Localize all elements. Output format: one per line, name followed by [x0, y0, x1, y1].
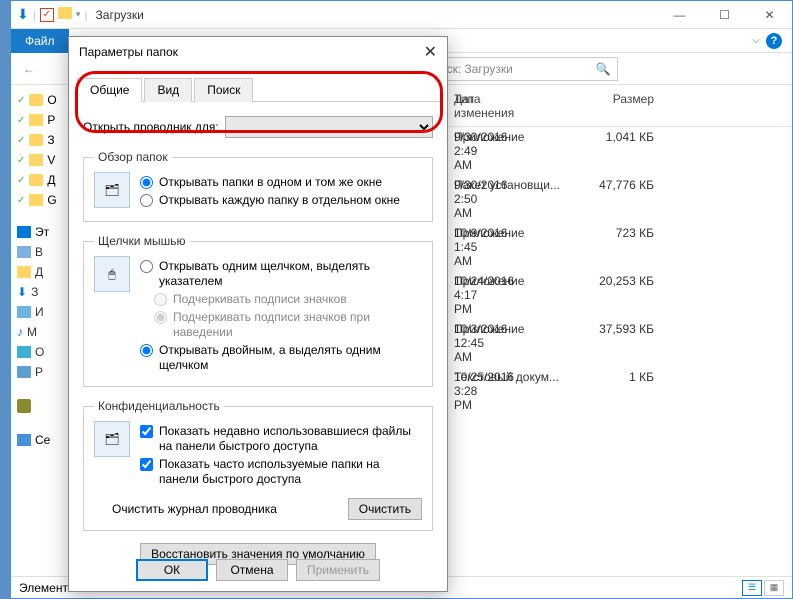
tab-view[interactable]: Вид — [144, 78, 192, 102]
privacy-group: Конфиденциальность 🗂 Показать недавно ис… — [83, 399, 433, 531]
disk-icon — [17, 399, 31, 413]
folder-icon — [29, 194, 43, 206]
folder-icon — [29, 154, 43, 166]
dialog-buttons: ОК Отмена Применить — [69, 559, 447, 581]
open-for-label: Открыть проводник для: — [83, 120, 219, 134]
dialog-body: Открыть проводник для: Обзор папок 🗂 Отк… — [69, 102, 447, 585]
file-tab[interactable]: Файл — [11, 29, 69, 53]
cancel-button[interactable]: Отмена — [216, 559, 288, 581]
dropdown-icon[interactable]: ▾ — [76, 9, 81, 20]
check-icon: ✓ — [17, 195, 25, 206]
file-size: 20,253 КБ — [584, 274, 674, 316]
folder-icon — [29, 114, 43, 126]
tab-search[interactable]: Поиск — [194, 78, 253, 102]
clear-label: Очистить журнал проводника — [112, 502, 348, 516]
image-icon — [17, 306, 31, 318]
recent-files-label: Показать недавно использовавшиеся файлы … — [159, 424, 422, 454]
check-icon: ✓ — [17, 115, 25, 126]
single-click-label: Открывать одним щелчком, выделять указат… — [159, 259, 422, 289]
file-size: 37,593 КБ — [584, 322, 674, 364]
col-type[interactable]: Тип — [454, 92, 584, 120]
browse-folders-icon: 🗂 — [94, 172, 130, 208]
check-icon: ✓ — [17, 175, 25, 186]
dialog-close-button[interactable]: ✕ — [424, 42, 437, 62]
view-details-icon[interactable]: ☰ — [742, 580, 762, 596]
privacy-icon: 🗂 — [94, 421, 130, 457]
download-icon: ⬇ — [17, 285, 27, 299]
clear-button[interactable]: Очистить — [348, 498, 422, 520]
check-icon: ✓ — [17, 135, 25, 146]
file-type: Приложение — [454, 274, 584, 316]
apply-button[interactable]: Применить — [296, 559, 380, 581]
underline-hover-radio — [154, 311, 167, 324]
col-size[interactable]: Размер — [584, 92, 674, 120]
view-thumbnails-icon[interactable]: ▦ — [764, 580, 784, 596]
ribbon-collapse-icon[interactable]: ⌵ — [752, 35, 760, 46]
file-size: 1 КБ — [584, 370, 674, 412]
dialog-title: Параметры папок — [79, 45, 178, 59]
file-size: 47,776 КБ — [584, 178, 674, 220]
underline-always-radio — [154, 293, 167, 306]
search-icon: 🔍 — [596, 62, 611, 76]
network-icon — [17, 434, 31, 446]
folder-icon — [29, 94, 43, 106]
browse-folders-group: Обзор папок 🗂 Открывать папки в одном и … — [83, 150, 433, 222]
pc-icon — [17, 226, 31, 238]
separator-icon: | — [84, 8, 87, 22]
maximize-button[interactable]: ☐ — [702, 1, 747, 29]
close-button[interactable]: ✕ — [747, 1, 792, 29]
underline-hover-label: Подчеркивать подписи значков при наведен… — [173, 310, 422, 340]
frequent-folders-checkbox[interactable] — [140, 458, 153, 471]
tab-general[interactable]: Общие — [77, 78, 142, 102]
click-items-legend: Щелчки мышью — [94, 234, 190, 248]
check-icon: ✓ — [17, 95, 25, 106]
separator-icon: | — [33, 8, 36, 22]
folder-icon — [29, 174, 43, 186]
double-click-radio[interactable] — [140, 344, 153, 357]
underline-always-label: Подчеркивать подписи значков — [173, 292, 347, 307]
checkbox-icon[interactable]: ✓ — [40, 8, 54, 22]
click-items-group: Щелчки мышью 🖱 Открывать одним щелчком, … — [83, 234, 433, 387]
new-window-label: Открывать каждую папку в отдельном окне — [159, 193, 400, 208]
titlebar: ⬇ | ✓ ▾ | Загрузки — ☐ ✕ — [11, 1, 792, 29]
download-icon: ⬇ — [17, 6, 29, 23]
click-items-icon: 🖱 — [94, 256, 130, 292]
check-icon: ✓ — [17, 155, 25, 166]
new-window-radio[interactable] — [140, 194, 153, 207]
drive-icon — [17, 246, 31, 258]
dialog-tabs: Общие Вид Поиск — [77, 77, 439, 102]
same-window-label: Открывать папки в одном и том же окне — [159, 175, 382, 190]
status-text: Элементь — [19, 581, 74, 595]
back-button[interactable]: ← — [17, 57, 41, 81]
file-type: Приложение — [454, 130, 584, 172]
folder-icon — [58, 7, 72, 22]
file-type: Приложение — [454, 322, 584, 364]
music-icon: ♪ — [17, 325, 23, 339]
3d-icon — [17, 346, 31, 358]
help-icon[interactable]: ? — [766, 33, 782, 49]
file-type: Текстовый докум... — [454, 370, 584, 412]
minimize-button[interactable]: — — [657, 1, 702, 29]
dialog-titlebar: Параметры папок ✕ — [69, 37, 447, 67]
file-size: 723 КБ — [584, 226, 674, 268]
privacy-legend: Конфиденциальность — [94, 399, 224, 413]
folder-icon — [29, 134, 43, 146]
desktop-icon — [17, 366, 31, 378]
ok-button[interactable]: ОК — [136, 559, 208, 581]
open-for-select[interactable] — [225, 116, 433, 138]
file-type: Приложение — [454, 226, 584, 268]
file-type: Пакет установщи... — [454, 178, 584, 220]
single-click-radio[interactable] — [140, 260, 153, 273]
file-size: 1,041 КБ — [584, 130, 674, 172]
frequent-folders-label: Показать часто используемые папки на пан… — [159, 457, 422, 487]
folder-options-dialog: Параметры папок ✕ Общие Вид Поиск Открыт… — [68, 36, 448, 592]
folder-icon — [17, 266, 31, 278]
window-title: Загрузки — [96, 8, 144, 22]
browse-folders-legend: Обзор папок — [94, 150, 172, 164]
same-window-radio[interactable] — [140, 176, 153, 189]
double-click-label: Открывать двойным, а выделять одним щелч… — [159, 343, 422, 373]
recent-files-checkbox[interactable] — [140, 425, 153, 438]
